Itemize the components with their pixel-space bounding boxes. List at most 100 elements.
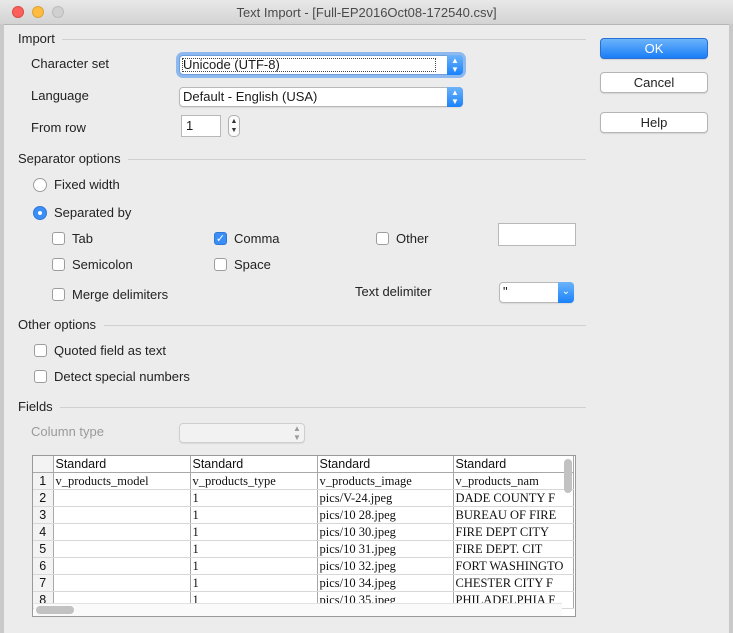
table-cell: pics/10 28.jpeg [317,506,454,524]
table-cell [53,489,191,507]
table-row: 4 1 pics/10 30.jpeg FIRE DEPT CITY [33,523,574,541]
window-title: Text Import - [Full-EP2016Oct08-172540.c… [236,5,497,20]
column-header[interactable]: Standard [190,456,318,473]
table-cell: DADE COUNTY F [453,489,574,507]
merge-delimiters-label: Merge delimiters [72,287,169,302]
cancel-button[interactable]: Cancel [600,72,708,93]
comma-checkbox[interactable]: ✓ [214,232,227,245]
quoted-field-checkbox[interactable] [34,344,47,357]
row-number: 6 [33,557,54,575]
quoted-field-label: Quoted field as text [54,343,167,358]
character-set-select[interactable]: Unicode (UTF-8) ▲ ▼ [179,55,463,75]
comma-label: Comma [234,231,280,246]
detect-special-numbers-checkbox[interactable] [34,370,47,383]
column-header[interactable]: Standard [453,456,574,473]
merge-delimiters-checkbox[interactable] [52,288,65,301]
import-divider [62,39,586,40]
column-type-select[interactable]: ▲ ▼ [179,423,305,443]
table-cell: 1 [190,506,318,524]
table-cell: BUREAU OF FIRE [453,506,574,524]
language-value: Default - English (USA) [183,89,318,104]
language-select[interactable]: Default - English (USA) ▲ ▼ [179,87,463,107]
column-header[interactable]: Standard [317,456,454,473]
fields-divider [60,407,586,408]
row-number: 2 [33,489,54,507]
other-separator-input[interactable] [498,223,576,246]
chevron-down-icon: ⌄ [558,282,574,303]
table-cell: v_products_type [190,472,318,490]
row-number: 7 [33,574,54,592]
other-checkbox[interactable] [376,232,389,245]
ok-button[interactable]: OK [600,38,708,59]
table-cell: CHESTER CITY F [453,574,574,592]
from-row-stepper[interactable]: ▲ ▼ [228,115,240,137]
language-label: Language [31,88,89,103]
fixed-width-label: Fixed width [54,177,120,192]
help-button[interactable]: Help [600,112,708,133]
table-cell [53,540,191,558]
separated-by-label: Separated by [54,205,132,220]
column-header[interactable]: Standard [53,456,191,473]
from-row-input[interactable]: 1 [181,115,221,137]
chevron-updown-icon: ▲ ▼ [293,424,301,442]
corner-cell[interactable] [33,456,54,473]
table-cell: pics/10 32.jpeg [317,557,454,575]
table-cell: 1 [190,574,318,592]
fields-section-label: Fields [18,399,53,414]
table-cell: FIRE DEPT. CIT [453,540,574,558]
scroll-thumb[interactable] [36,606,74,614]
row-number: 5 [33,540,54,558]
fixed-width-radio[interactable] [33,178,47,192]
chevron-updown-icon: ▲ ▼ [447,55,463,75]
header-row: Standard Standard Standard Standard [33,456,574,473]
separator-section-label: Separator options [18,151,121,166]
row-number: 1 [33,472,54,490]
focus-ring [182,58,436,72]
table-cell: 1 [190,557,318,575]
window-edge-left [0,24,4,633]
table-cell: pics/10 31.jpeg [317,540,454,558]
semicolon-label: Semicolon [72,257,133,272]
table-cell: 1 [190,523,318,541]
detect-special-numbers-label: Detect special numbers [54,369,190,384]
table-row: 6 1 pics/10 32.jpeg FORT WASHINGTO [33,557,574,575]
chevron-updown-icon: ▲ ▼ [447,87,463,107]
table-cell [53,523,191,541]
separator-divider [128,159,586,160]
tab-checkbox[interactable] [52,232,65,245]
horizontal-scrollbar[interactable] [34,603,562,616]
table-cell: pics/10 34.jpeg [317,574,454,592]
scroll-thumb[interactable] [564,459,572,493]
table-row: 7 1 pics/10 34.jpeg CHESTER CITY F [33,574,574,592]
vertical-scrollbar[interactable] [562,457,574,602]
table-cell [53,557,191,575]
row-number: 3 [33,506,54,524]
character-set-label: Character set [31,56,110,71]
other-options-section-label: Other options [18,317,97,332]
table-cell: v_products_nam [453,472,574,490]
table-row: 5 1 pics/10 31.jpeg FIRE DEPT. CIT [33,540,574,558]
other-label: Other [396,231,429,246]
window-edge-right [729,24,733,633]
text-delimiter-value: " [503,284,508,299]
table-cell: pics/V-24.jpeg [317,489,454,507]
separated-by-radio[interactable] [33,206,47,220]
table-cell: pics/10 30.jpeg [317,523,454,541]
text-delimiter-select[interactable]: " ⌄ [499,282,574,303]
table-cell: v_products_model [53,472,191,490]
column-type-label: Column type [31,424,104,439]
table-cell: 1 [190,489,318,507]
space-label: Space [234,257,271,272]
tab-label: Tab [72,231,93,246]
table-cell [53,574,191,592]
row-number: 4 [33,523,54,541]
text-delimiter-label: Text delimiter [355,284,432,299]
space-checkbox[interactable] [214,258,227,271]
fields-preview-grid[interactable]: Standard Standard Standard Standard 1 v_… [32,455,576,617]
preview-table: Standard Standard Standard Standard 1 v_… [33,456,574,609]
table-row: 1 v_products_model v_products_type v_pro… [33,472,574,490]
import-section-label: Import [18,31,55,46]
table-cell: v_products_image [317,472,454,490]
semicolon-checkbox[interactable] [52,258,65,271]
table-row: 3 1 pics/10 28.jpeg BUREAU OF FIRE [33,506,574,524]
